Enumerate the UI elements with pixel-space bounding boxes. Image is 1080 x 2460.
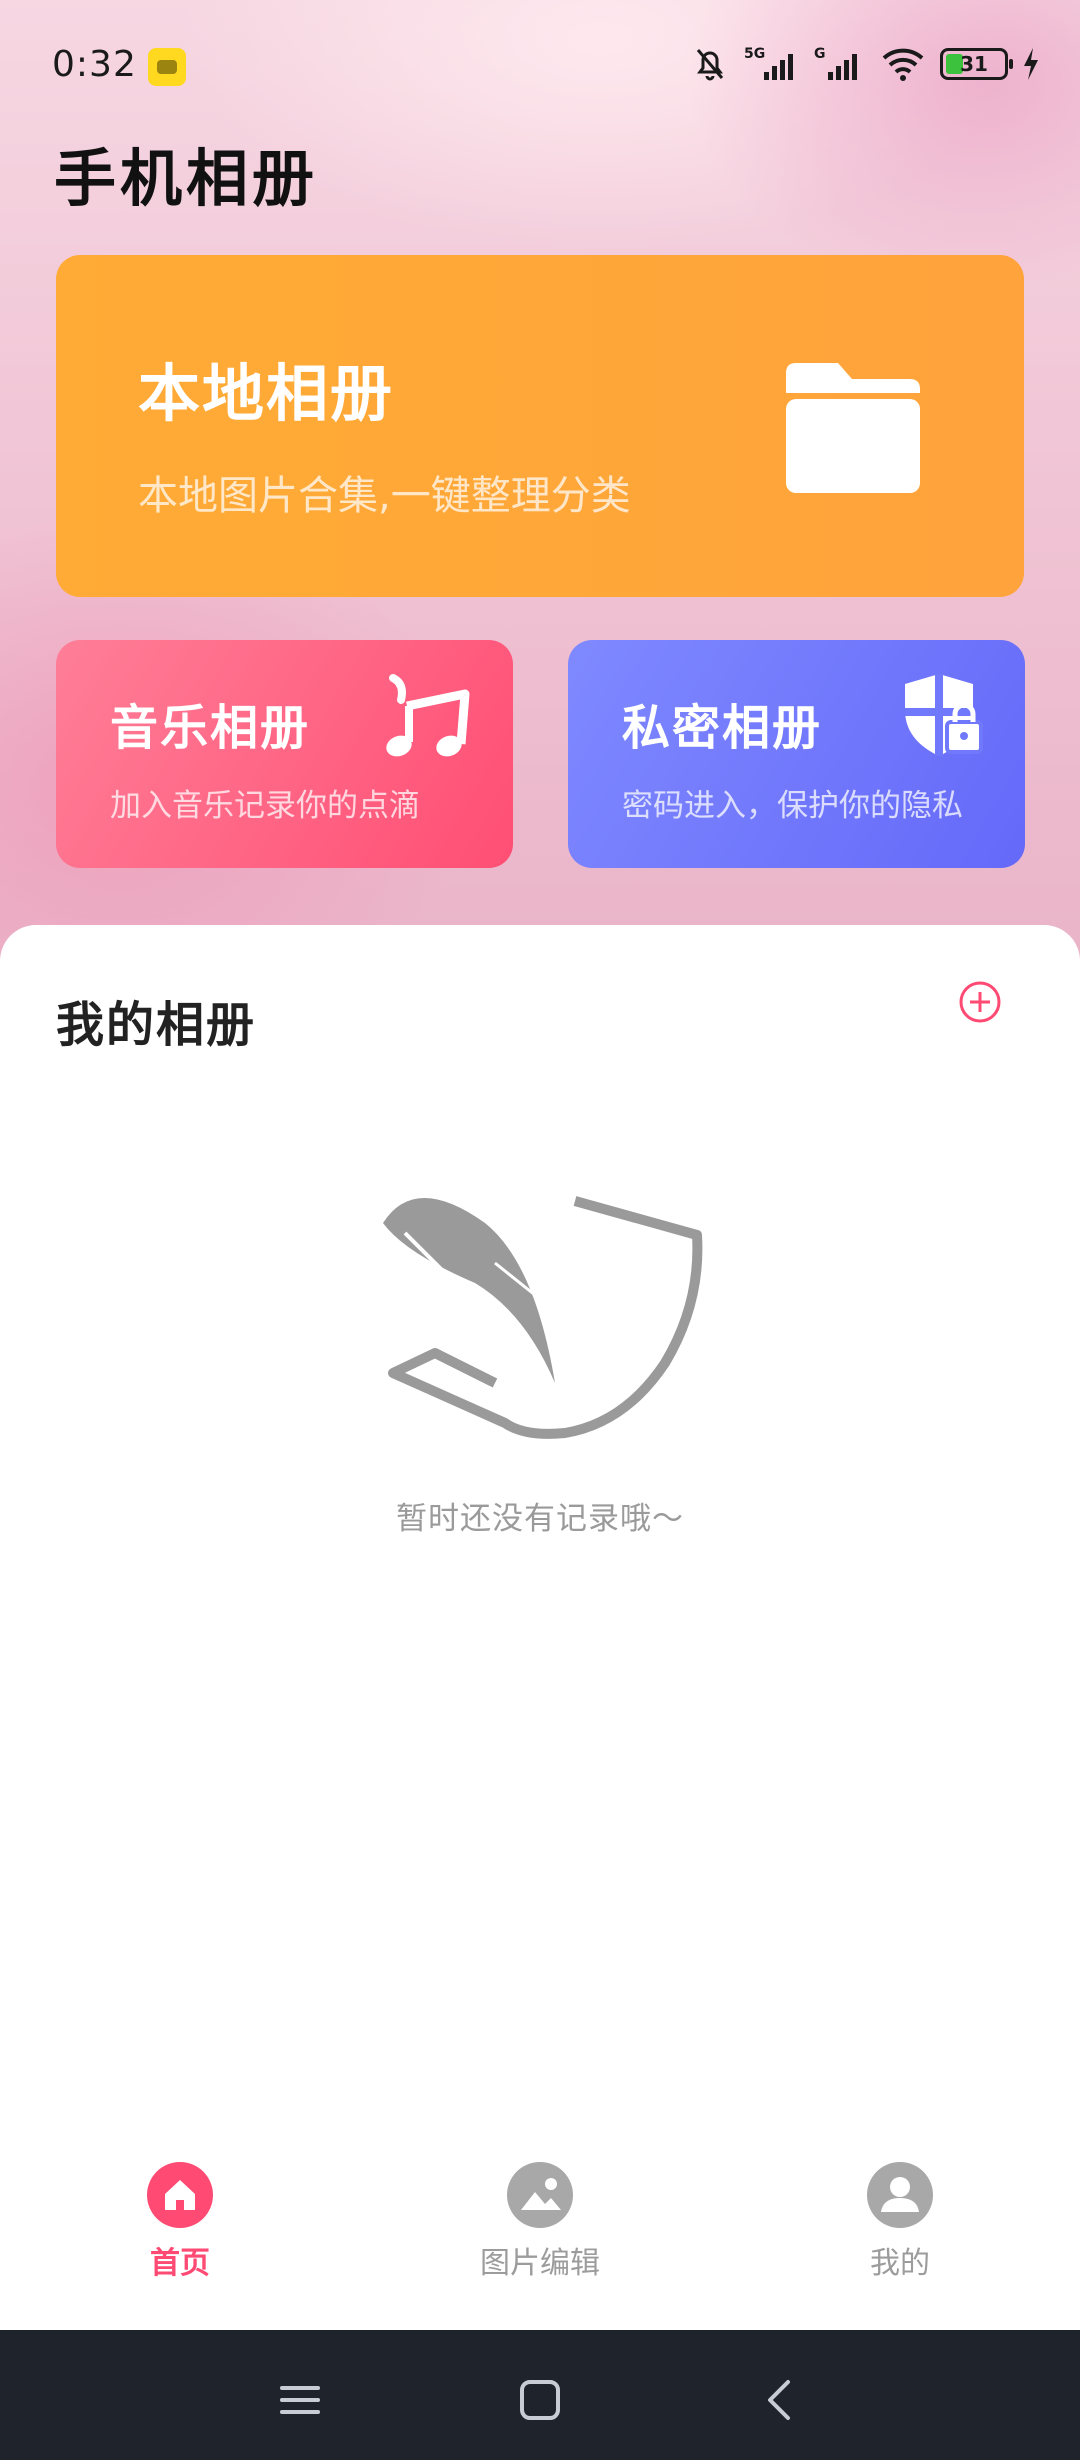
local-album-subtitle: 本地图片合集,一键整理分类 bbox=[138, 473, 631, 519]
back-icon[interactable] bbox=[750, 2370, 810, 2430]
private-album-title: 私密相册 bbox=[622, 700, 823, 756]
system-nav-bar bbox=[0, 2330, 1080, 2460]
quill-paper-icon bbox=[383, 1196, 703, 1439]
plus-circle-icon[interactable] bbox=[958, 980, 1002, 1024]
my-albums-title: 我的相册 bbox=[56, 997, 257, 1053]
notification-app-icon bbox=[148, 48, 186, 86]
tab-mine[interactable]: 我的 bbox=[800, 2162, 1000, 2282]
private-album-card[interactable]: 私密相册 密码进入，保护你的隐私 bbox=[568, 640, 1025, 868]
bell-muted-icon bbox=[696, 49, 724, 81]
tab-mine-label: 我的 bbox=[870, 2246, 930, 2281]
status-time: 0:32 bbox=[52, 44, 137, 85]
my-albums-panel: 我的相册 暂时还没有记录哦～ bbox=[0, 925, 1080, 2330]
svg-text:G: G bbox=[814, 46, 826, 62]
music-album-subtitle: 加入音乐记录你的点滴 bbox=[110, 788, 420, 824]
folder-icon bbox=[786, 363, 920, 493]
battery-icon: 31 bbox=[940, 48, 1013, 80]
menu-icon[interactable] bbox=[270, 2370, 330, 2430]
svg-text:5G: 5G bbox=[744, 46, 765, 62]
music-note-icon bbox=[386, 674, 470, 757]
tab-image-edit-label: 图片编辑 bbox=[480, 2246, 600, 2281]
local-album-title: 本地相册 bbox=[138, 357, 395, 430]
status-bar: 0:32 5G G 31 bbox=[0, 0, 1080, 130]
local-album-card[interactable]: 本地相册 本地图片合集,一键整理分类 bbox=[56, 255, 1024, 597]
tab-home-label: 首页 bbox=[150, 2246, 210, 2281]
shield-lock-icon bbox=[905, 674, 983, 756]
private-album-subtitle: 密码进入，保护你的隐私 bbox=[622, 788, 963, 824]
image-edit-icon bbox=[507, 2162, 573, 2228]
bottom-tab-bar: 首页 图片编辑 我的 bbox=[0, 2150, 1080, 2330]
tab-home[interactable]: 首页 bbox=[80, 2162, 280, 2282]
battery-level: 31 bbox=[960, 52, 988, 76]
wifi-icon bbox=[882, 48, 924, 81]
empty-state-text: 暂时还没有记录哦～ bbox=[396, 1501, 684, 1537]
charging-icon bbox=[1024, 48, 1038, 80]
page-title: 手机相册 bbox=[54, 142, 319, 215]
music-album-card[interactable]: 音乐相册 加入音乐记录你的点滴 bbox=[56, 640, 513, 868]
status-icons: 5G G 31 bbox=[690, 44, 1040, 84]
home-icon bbox=[147, 2162, 213, 2228]
user-icon bbox=[867, 2162, 933, 2228]
tab-image-edit[interactable]: 图片编辑 bbox=[440, 2162, 640, 2282]
music-album-title: 音乐相册 bbox=[110, 700, 311, 756]
home-square-icon[interactable] bbox=[510, 2370, 570, 2430]
signal-g-icon: G bbox=[814, 46, 857, 80]
signal-5g-icon: 5G bbox=[744, 46, 793, 80]
